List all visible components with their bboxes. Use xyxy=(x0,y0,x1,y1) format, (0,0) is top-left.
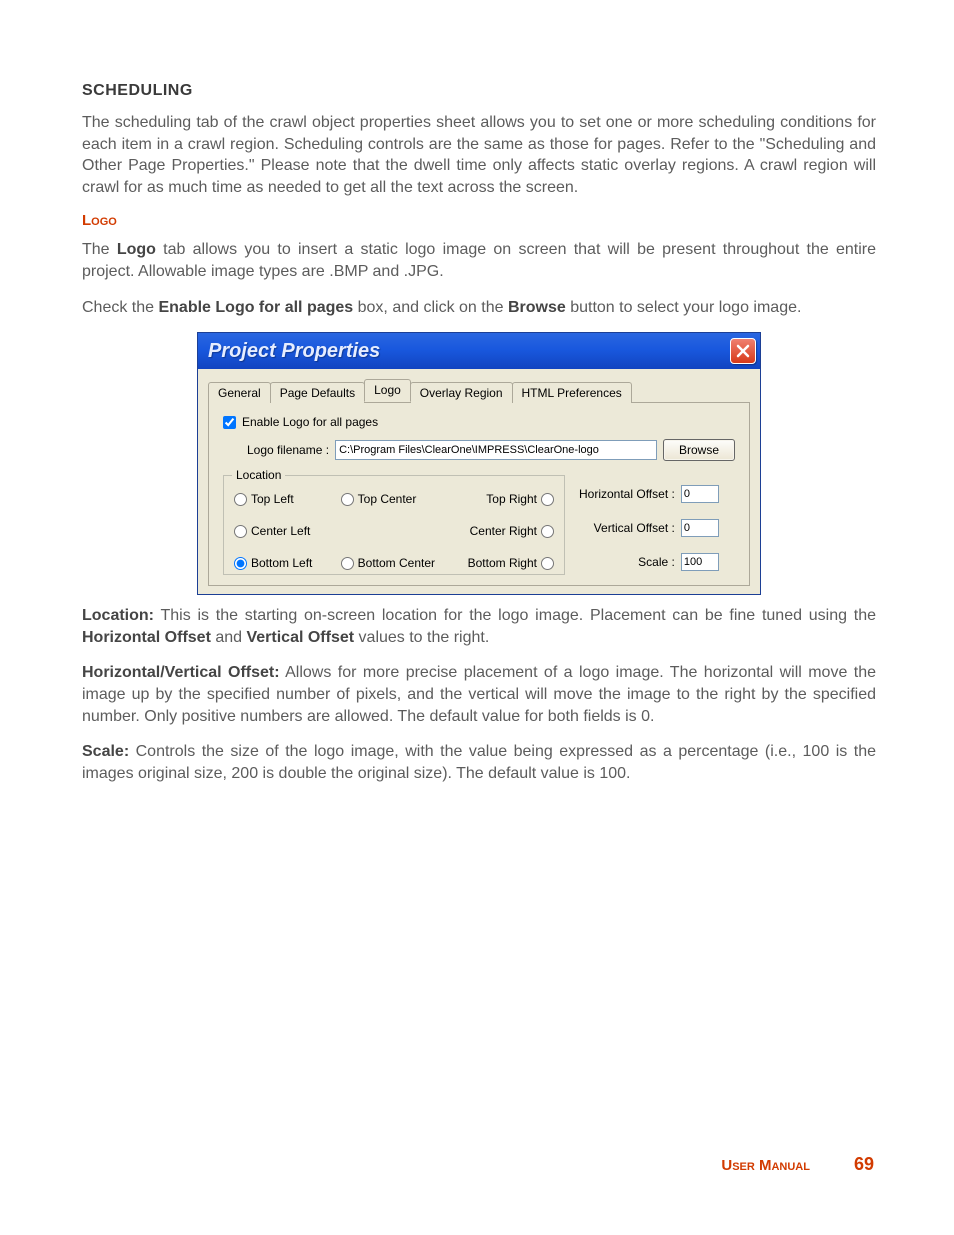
dialog-titlebar: Project Properties xyxy=(198,333,760,369)
radio-bottom-right[interactable]: Bottom Right xyxy=(447,556,554,570)
scale-input[interactable] xyxy=(681,553,719,571)
bold-browse: Browse xyxy=(508,299,566,316)
radio-top-left[interactable]: Top Left xyxy=(234,492,341,506)
logo-paragraph-2: Check the Enable Logo for all pages box,… xyxy=(82,297,876,319)
text: Controls the size of the logo image, wit… xyxy=(82,743,876,782)
page-number: 69 xyxy=(854,1154,874,1175)
radio-bottom-center[interactable]: Bottom Center xyxy=(341,556,448,570)
text: button to select your logo image. xyxy=(566,299,802,316)
tab-logo[interactable]: Logo xyxy=(364,379,411,402)
project-properties-dialog: Project Properties General Page Defaults… xyxy=(197,332,761,595)
enable-logo-checkbox[interactable] xyxy=(223,416,236,429)
close-button[interactable] xyxy=(730,338,756,364)
logo-heading: Logo xyxy=(82,212,876,229)
bold-location: Location: xyxy=(82,607,154,624)
radio-center-right[interactable]: Center Right xyxy=(447,524,554,538)
text: This is the starting on-screen location … xyxy=(154,607,876,624)
radio-center-left[interactable]: Center Left xyxy=(234,524,341,538)
bold-scale: Scale: xyxy=(82,743,129,760)
vertical-offset-input[interactable] xyxy=(681,519,719,537)
logo-paragraph-1: The Logo tab allows you to insert a stat… xyxy=(82,239,876,282)
bold-enable: Enable Logo for all pages xyxy=(158,299,353,316)
horizontal-offset-input[interactable] xyxy=(681,485,719,503)
location-paragraph: Location: This is the starting on-screen… xyxy=(82,605,876,648)
scheduling-paragraph: The scheduling tab of the crawl object p… xyxy=(82,112,876,198)
scale-label: Scale : xyxy=(638,555,675,569)
radio-label: Bottom Right xyxy=(468,556,537,570)
close-icon xyxy=(735,343,751,359)
radio-label: Bottom Center xyxy=(358,556,435,570)
radio-label: Top Center xyxy=(358,492,417,506)
scheduling-heading: SCHEDULING xyxy=(82,82,876,100)
radio-label: Top Right xyxy=(486,492,537,506)
enable-logo-label: Enable Logo for all pages xyxy=(242,415,378,429)
page-footer: User Manual 69 xyxy=(721,1154,874,1175)
bold-logo: Logo xyxy=(117,241,156,258)
radio-label: Center Left xyxy=(251,524,310,538)
tab-strip: General Page Defaults Logo Overlay Regio… xyxy=(208,381,750,403)
bold-hoffset: Horizontal Offset xyxy=(82,629,211,646)
radio-top-center[interactable]: Top Center xyxy=(341,492,448,506)
scale-paragraph: Scale: Controls the size of the logo ima… xyxy=(82,741,876,784)
filename-input[interactable] xyxy=(335,440,657,460)
bold-hv-offset: Horizontal/Vertical Offset: xyxy=(82,664,280,681)
vertical-offset-label: Vertical Offset : xyxy=(594,521,675,535)
text: and xyxy=(211,629,247,646)
location-group: Location Top Left Top Center Top Right C… xyxy=(223,475,565,575)
text: values to the right. xyxy=(354,629,489,646)
radio-label: Top Left xyxy=(251,492,294,506)
text: The xyxy=(82,241,117,258)
hv-offset-paragraph: Horizontal/Vertical Offset: Allows for m… xyxy=(82,662,876,727)
radio-label: Center Right xyxy=(470,524,537,538)
radio-bottom-left[interactable]: Bottom Left xyxy=(234,556,341,570)
text: box, and click on the xyxy=(353,299,508,316)
text: tab allows you to insert a static logo i… xyxy=(82,241,876,280)
tab-general[interactable]: General xyxy=(208,382,271,403)
horizontal-offset-label: Horizontal Offset : xyxy=(579,487,675,501)
location-legend: Location xyxy=(232,468,285,482)
browse-button[interactable]: Browse xyxy=(663,439,735,461)
bold-voffset: Vertical Offset xyxy=(246,629,354,646)
tab-page-defaults[interactable]: Page Defaults xyxy=(270,382,365,403)
dialog-title: Project Properties xyxy=(208,340,380,363)
tab-html-preferences[interactable]: HTML Preferences xyxy=(512,382,632,403)
footer-label: User Manual xyxy=(721,1157,810,1174)
radio-label: Bottom Left xyxy=(251,556,312,570)
filename-label: Logo filename : xyxy=(247,443,329,457)
tab-overlay-region[interactable]: Overlay Region xyxy=(410,382,513,403)
text: Check the xyxy=(82,299,158,316)
tab-body: Enable Logo for all pages Logo filename … xyxy=(208,403,750,586)
offsets-panel: Horizontal Offset : Vertical Offset : Sc… xyxy=(579,475,719,575)
dialog-client: General Page Defaults Logo Overlay Regio… xyxy=(198,369,760,594)
radio-top-right[interactable]: Top Right xyxy=(447,492,554,506)
